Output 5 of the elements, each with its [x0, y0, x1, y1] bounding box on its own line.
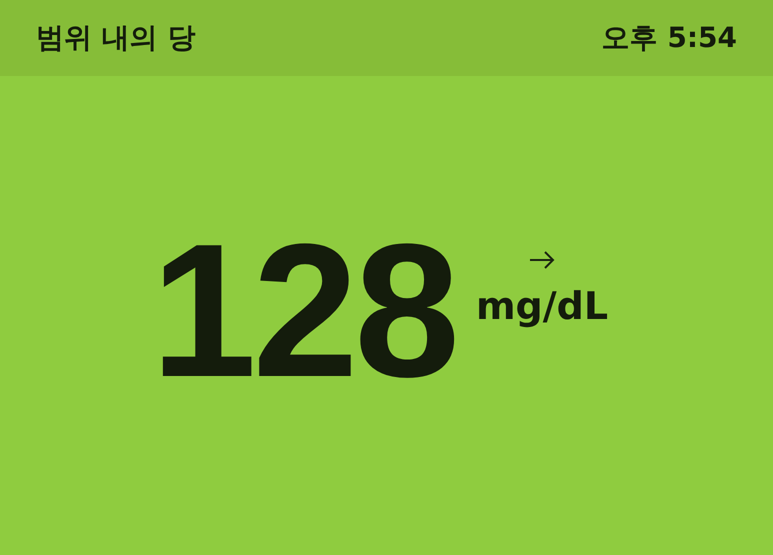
- time-label: 오후 5:54: [602, 20, 737, 56]
- glucose-value: 128: [150, 226, 456, 396]
- right-arrow-icon: [528, 250, 556, 270]
- status-title: 범위 내의 당: [36, 20, 196, 56]
- unit-label: mg/dL: [476, 284, 608, 328]
